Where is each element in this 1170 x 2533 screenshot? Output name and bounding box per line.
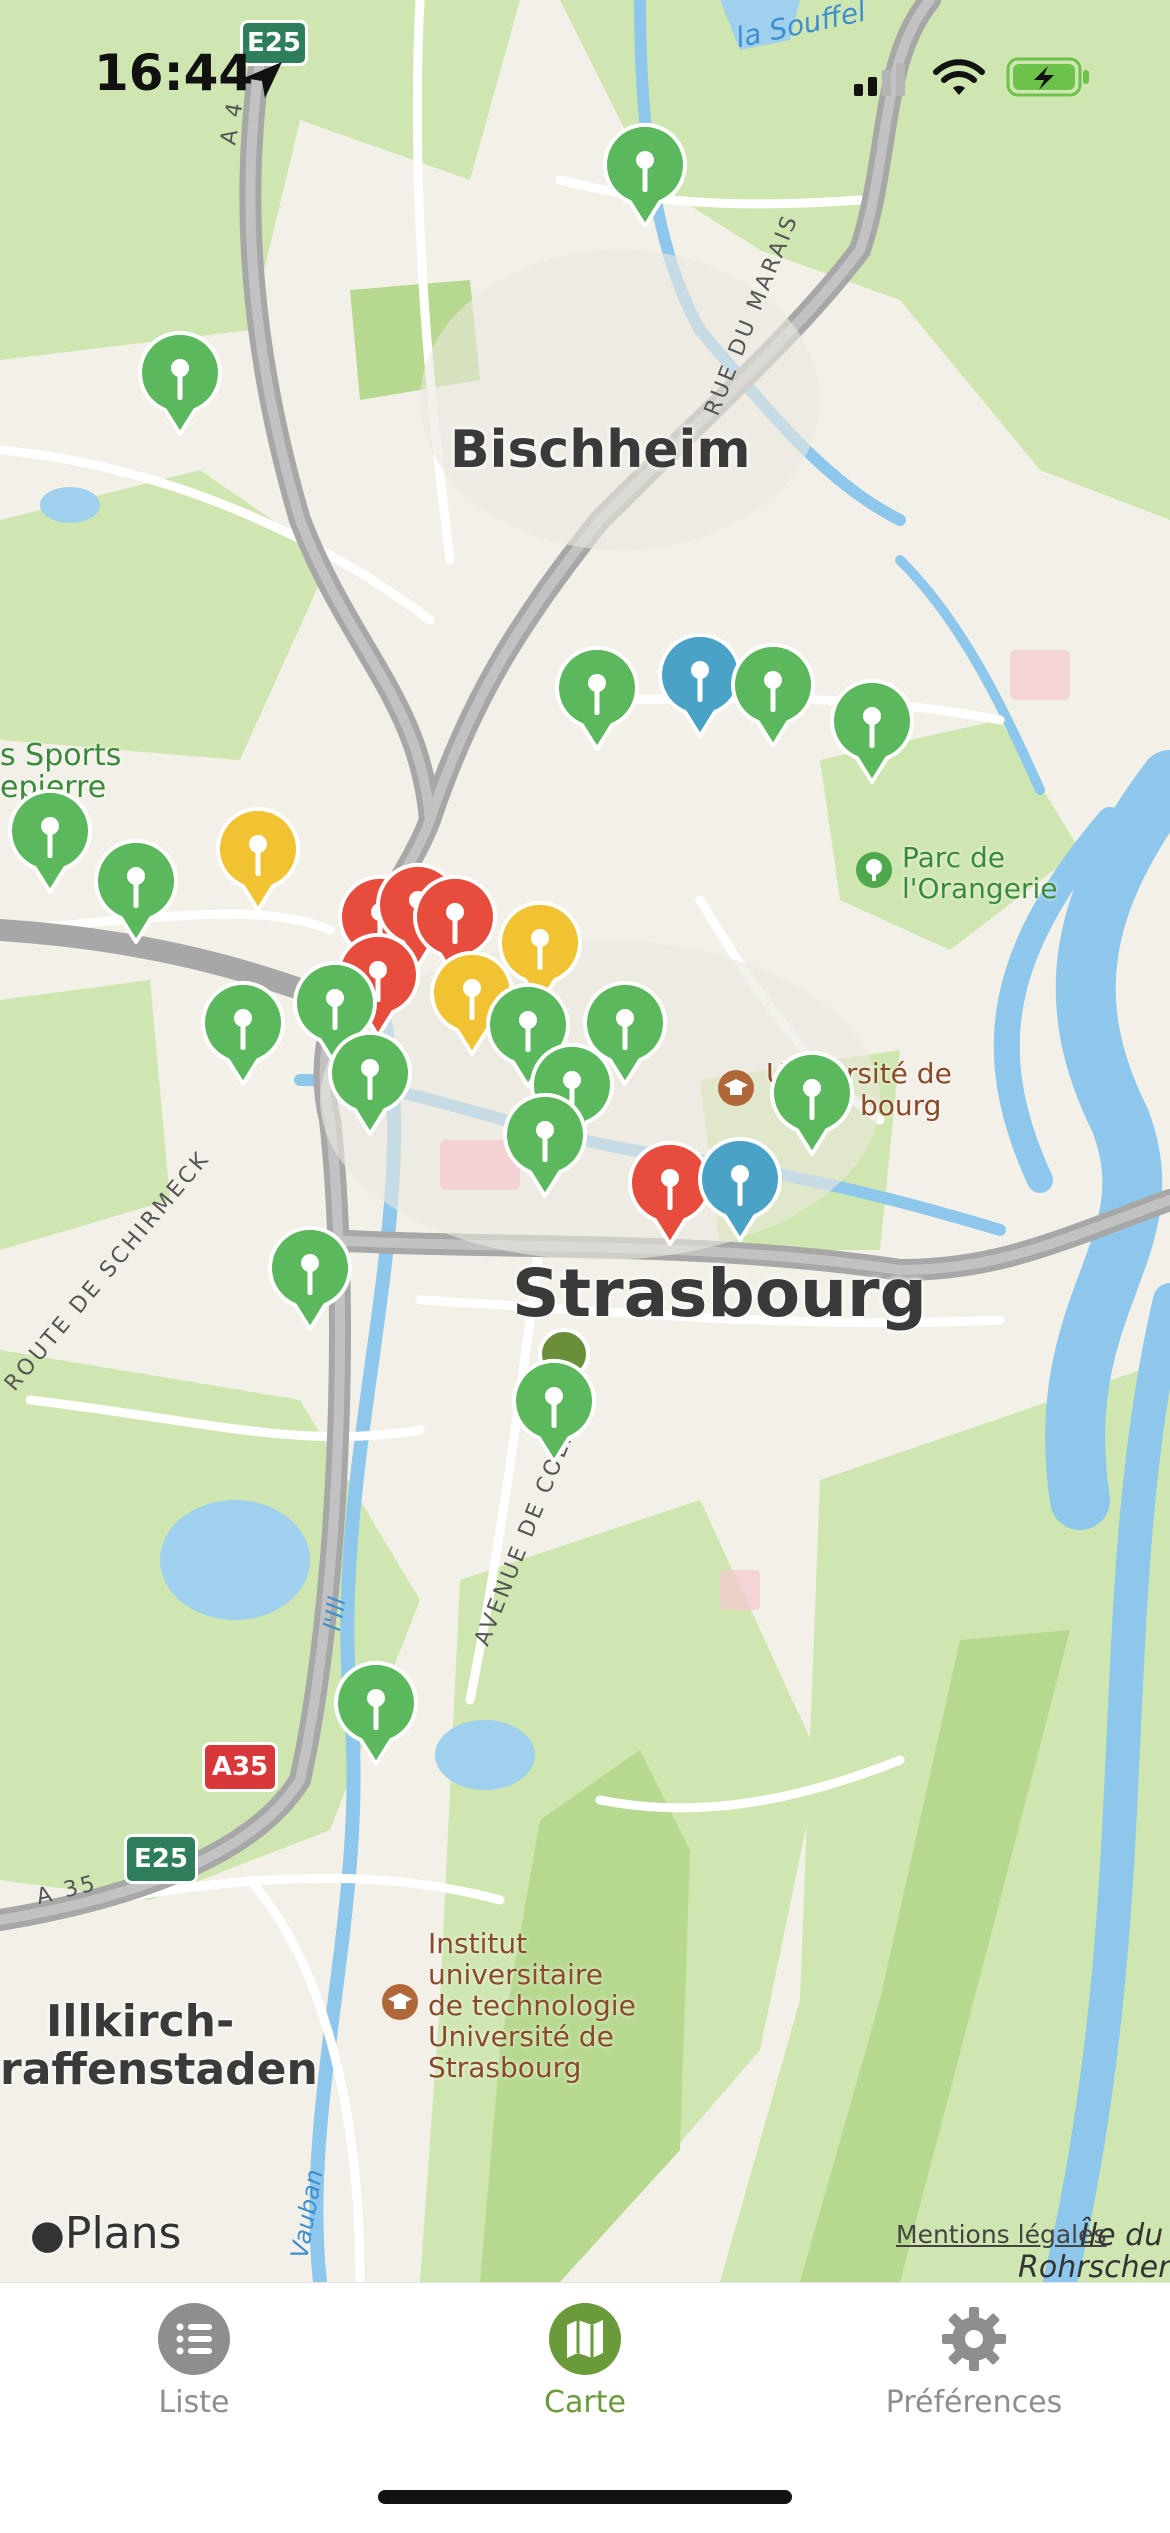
tab-carte-label: Carte xyxy=(544,2385,626,2420)
poi-label-orangerie-2: l'Orangerie xyxy=(902,872,1058,905)
city-label-illkirch-1: Illkirch- xyxy=(46,1996,235,2047)
city-label-strasbourg: Strasbourg xyxy=(512,1255,927,1332)
map-icon xyxy=(549,2303,621,2375)
road-shield-e25-bottom: E25 xyxy=(124,1834,198,1884)
tab-liste-label: Liste xyxy=(158,2385,230,2420)
city-label-illkirch-2: raffenstaden xyxy=(0,2044,318,2095)
road-shield-a35: A35 xyxy=(202,1742,278,1792)
status-time: 16:44 xyxy=(94,44,254,102)
status-bar: 16:44 xyxy=(0,0,1170,150)
battery-charging-icon xyxy=(1006,57,1089,97)
map-pin-green[interactable] xyxy=(331,1660,421,1770)
poi-label-iut-5: Strasbourg xyxy=(428,2051,582,2084)
apple-icon: ● xyxy=(30,2212,65,2258)
map-pin-green[interactable] xyxy=(728,642,818,752)
map-pin-green[interactable] xyxy=(509,1358,599,1468)
poi-label-sports-1: s Sports xyxy=(0,738,122,773)
map-pin-green[interactable] xyxy=(198,980,288,1090)
map-pin-green[interactable] xyxy=(135,330,225,440)
poi-label-iut-1: Institut xyxy=(428,1927,528,1960)
map-view[interactable]: la Souffel A 4 Bischheim RUE DU MARAIS s… xyxy=(0,0,1170,2282)
map-pin-green[interactable] xyxy=(325,1030,415,1140)
poi-label-iut-2: universitaire xyxy=(428,1958,603,1991)
map-pin-green[interactable] xyxy=(91,838,181,948)
poi-label-iut-4: Université de xyxy=(428,2020,614,2053)
location-arrow-icon xyxy=(244,62,282,98)
maps-attribution-logo[interactable]: ●Plans xyxy=(30,2208,181,2259)
city-label-bischheim: Bischheim xyxy=(450,420,751,480)
tab-liste[interactable]: Liste xyxy=(64,2303,324,2420)
poi-label-orangerie-1: Parc de xyxy=(902,841,1005,874)
cellular-signal-icon xyxy=(854,63,905,96)
tab-carte[interactable]: Carte xyxy=(455,2303,715,2420)
map-pin-blue[interactable] xyxy=(695,1136,785,1246)
poi-label-iut-3: de technologie xyxy=(428,1989,636,2022)
map-pin-yellow[interactable] xyxy=(213,806,303,916)
map-pin-green[interactable] xyxy=(552,645,642,755)
tab-preferences[interactable]: Préférences xyxy=(844,2303,1104,2420)
park-icon xyxy=(856,852,892,888)
river-label-ill: l'Ill xyxy=(318,1594,352,1634)
map-pin-green[interactable] xyxy=(827,678,917,788)
wifi-icon xyxy=(933,59,985,95)
maps-brand-label: Plans xyxy=(64,2208,182,2259)
tab-preferences-label: Préférences xyxy=(885,2385,1063,2420)
institute-icon xyxy=(382,1984,418,2020)
gear-icon xyxy=(938,2303,1010,2375)
list-icon xyxy=(158,2303,230,2375)
legal-link[interactable]: Mentions légales xyxy=(896,2220,1107,2249)
map-pin-green[interactable] xyxy=(265,1225,355,1335)
university-icon xyxy=(718,1070,754,1106)
place-label-ile-2: Rohrschen xyxy=(1018,2250,1170,2282)
map-pin-green[interactable] xyxy=(500,1092,590,1202)
map-pin-green[interactable] xyxy=(5,788,95,898)
home-indicator xyxy=(378,2490,792,2504)
poi-label-universite-2: bourg xyxy=(860,1089,942,1122)
